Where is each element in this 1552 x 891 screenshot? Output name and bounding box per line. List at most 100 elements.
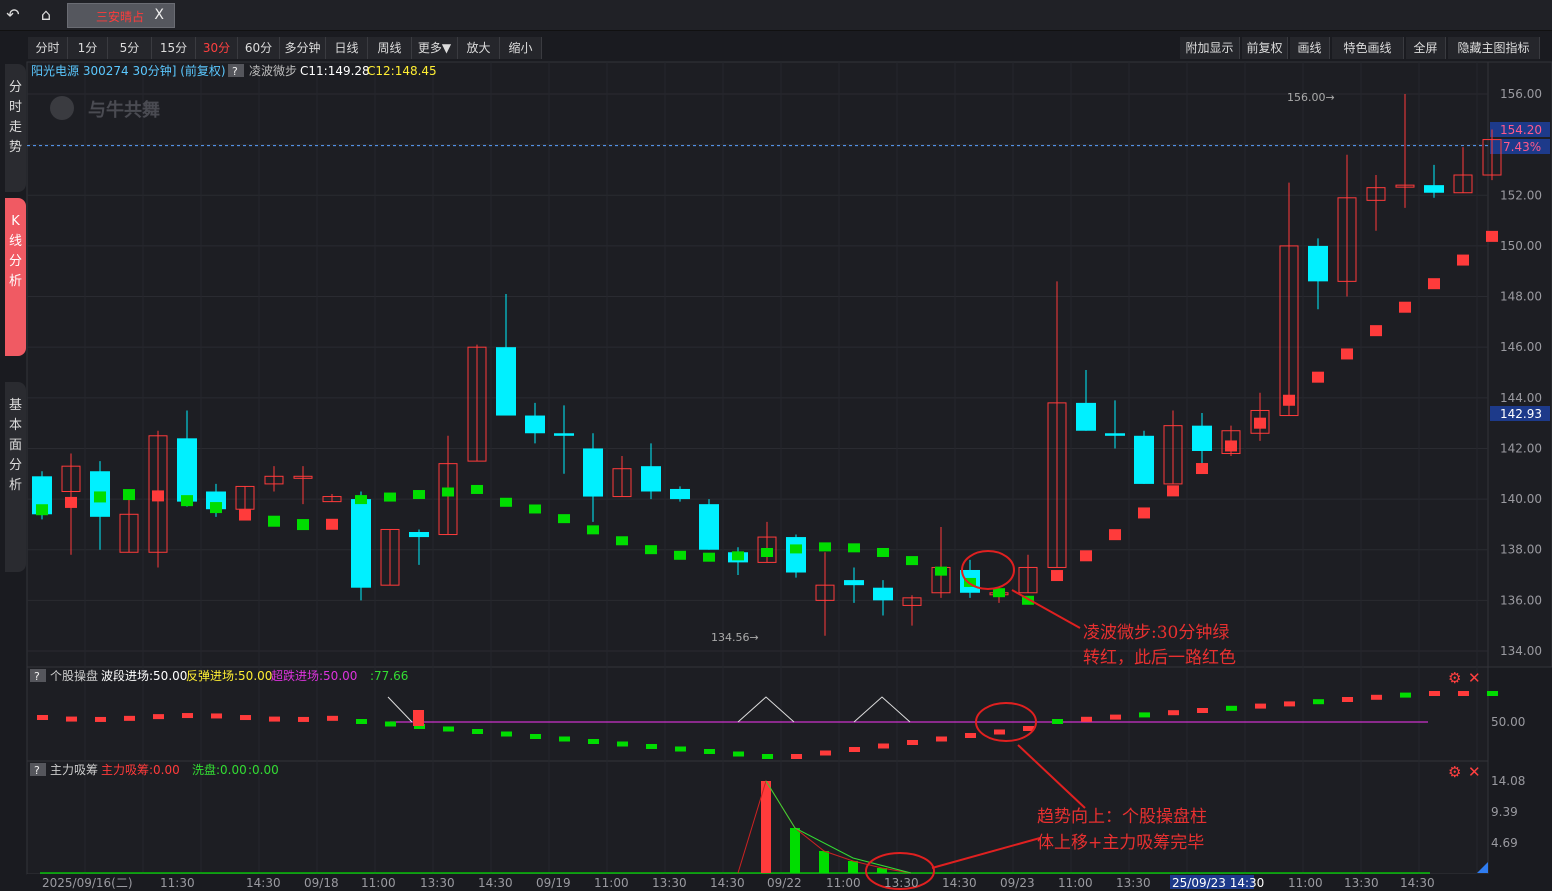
sub1-bar bbox=[704, 749, 715, 754]
sub1-bar bbox=[1371, 694, 1382, 700]
time-tick-label: 09/23 bbox=[1000, 876, 1035, 890]
candle-body bbox=[699, 504, 719, 550]
lbwb-block bbox=[1457, 254, 1469, 266]
candle-body bbox=[409, 532, 429, 538]
candle-body bbox=[525, 415, 545, 434]
sub1-bar bbox=[1284, 701, 1295, 707]
price-tick-label: 148.00 bbox=[1500, 290, 1542, 304]
candle-body bbox=[844, 580, 864, 586]
sub1-bar bbox=[1429, 691, 1440, 696]
sub1-bar bbox=[124, 715, 135, 721]
lbwb-block bbox=[529, 504, 541, 514]
lbwb-block bbox=[703, 552, 715, 562]
candle-body bbox=[583, 448, 603, 497]
lbwb-block bbox=[181, 495, 193, 507]
sub1-bar bbox=[1139, 712, 1150, 718]
sub1-b: 反弹进场:50.00 bbox=[186, 669, 272, 683]
sub1-d: :77.66 bbox=[370, 669, 408, 683]
lbwb-block bbox=[1399, 301, 1411, 313]
sub1-a: 波段进场:50.00 bbox=[101, 668, 187, 683]
sub1-bar bbox=[559, 736, 570, 742]
sub1-bar bbox=[269, 716, 280, 722]
lbwb-block bbox=[268, 515, 280, 527]
lbwb-block bbox=[413, 490, 425, 500]
lbwb-block bbox=[993, 588, 1005, 598]
sub1-bar bbox=[37, 715, 48, 720]
sub1-bar bbox=[327, 715, 338, 721]
annotation-text-1b: 转红，此后一路红色 bbox=[1083, 648, 1236, 668]
candle-body bbox=[351, 499, 371, 588]
kline-chart[interactable]: 156.00154.00152.00150.00148.00146.00144.… bbox=[0, 0, 1552, 891]
candle-body bbox=[1192, 425, 1212, 451]
lbwb-block bbox=[935, 566, 947, 576]
sub1-bar bbox=[66, 716, 77, 722]
min-price-label: 134.56→ bbox=[711, 631, 759, 644]
candle-body bbox=[1076, 402, 1096, 431]
sub2-c: :0.00 bbox=[248, 763, 279, 777]
sub1-bar bbox=[443, 726, 454, 732]
lbwb-block bbox=[152, 490, 164, 502]
lbwb-block bbox=[442, 487, 454, 497]
lbwb-block bbox=[210, 502, 222, 514]
sub1-bar bbox=[646, 744, 657, 749]
sub1-bar bbox=[95, 716, 106, 722]
price-tick-label: 146.00 bbox=[1500, 340, 1542, 354]
sub1-bar bbox=[472, 729, 483, 734]
candle-body bbox=[786, 537, 806, 573]
sub1-bar bbox=[907, 740, 918, 745]
sub1-help-icon: ? bbox=[34, 670, 40, 683]
sub1-bar bbox=[153, 714, 164, 720]
lbwb-block bbox=[906, 556, 918, 566]
sub1-bar bbox=[588, 739, 599, 744]
time-tick-label: 09/18 bbox=[304, 876, 339, 890]
sub2-bar bbox=[819, 851, 829, 873]
lbwb-block bbox=[36, 504, 48, 516]
lbwb-block bbox=[1051, 570, 1063, 582]
sub1-axis-label: 50.00 bbox=[1491, 715, 1525, 729]
lbwb-block bbox=[587, 525, 599, 535]
price-tick-label: 144.00 bbox=[1500, 391, 1542, 405]
price-tick-label: 134.00 bbox=[1500, 644, 1542, 658]
price-tick-label: 156.00 bbox=[1500, 87, 1542, 101]
sub2-b: 洗盘:0.00 bbox=[192, 762, 247, 777]
sub1-bar bbox=[1081, 716, 1092, 722]
lbwb-block bbox=[1428, 278, 1440, 290]
sub1-bar bbox=[617, 741, 628, 747]
sub1-bar bbox=[1197, 708, 1208, 713]
sub1-bar bbox=[820, 750, 831, 756]
lbwb-block bbox=[1138, 507, 1150, 519]
sub1-bar bbox=[240, 715, 251, 721]
time-tick-label: 13:30 bbox=[420, 876, 455, 890]
lbwb-block bbox=[500, 497, 512, 507]
lbwb-block bbox=[1167, 485, 1179, 497]
watermark-text: 与牛共舞 bbox=[88, 99, 160, 121]
sub1-bar bbox=[1226, 705, 1237, 711]
sub1-bar bbox=[413, 710, 424, 726]
time-tick-label: 2025/09/16(二) bbox=[42, 876, 133, 890]
sub1-name: 个股操盘 bbox=[50, 668, 98, 683]
time-tick-label: 14:30 bbox=[478, 876, 513, 890]
help-icon: ? bbox=[232, 65, 238, 78]
price-tick-label: 152.00 bbox=[1500, 188, 1542, 202]
time-tick-label: 11:30 bbox=[160, 876, 195, 890]
watermark-logo bbox=[50, 96, 74, 120]
time-tick-label: 11:00 bbox=[826, 876, 861, 890]
lbwb-block bbox=[1283, 394, 1295, 406]
cursor-price-label: 142.93 bbox=[1500, 407, 1542, 421]
candle-body bbox=[1308, 245, 1328, 282]
time-tick-label: 14:30 bbox=[1400, 876, 1435, 890]
indicator-name: 凌波微步 bbox=[249, 64, 297, 78]
lbwb-block bbox=[1370, 325, 1382, 337]
sub1-bar bbox=[1342, 697, 1353, 702]
sub2-a: 主力吸筹:0.00 bbox=[101, 763, 180, 777]
lbwb-block bbox=[819, 542, 831, 552]
time-tick-label: 14:30 bbox=[710, 876, 745, 890]
sub1-bar bbox=[1487, 691, 1498, 696]
sub2-axis-label: 4.69 bbox=[1491, 836, 1518, 850]
time-tick-label: 14:30 bbox=[246, 876, 281, 890]
lbwb-block bbox=[674, 550, 686, 560]
sub1-bar bbox=[1400, 692, 1411, 698]
time-tick-label: 11:00 bbox=[1288, 876, 1323, 890]
lbwb-block bbox=[239, 509, 251, 521]
time-tick-label: 09/19 bbox=[536, 876, 571, 890]
